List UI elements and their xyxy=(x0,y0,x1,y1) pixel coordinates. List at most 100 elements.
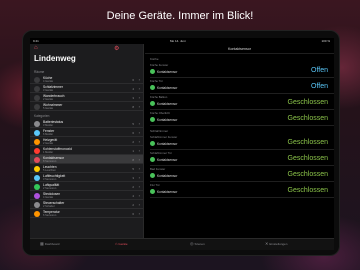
sensor-name: Kontaktsensor xyxy=(157,69,178,74)
sidebar-item-sublabel: 3 Sensoren xyxy=(43,177,57,181)
sensor-state: Offen xyxy=(311,67,328,74)
sensor-name: Kontaktsensor xyxy=(157,189,178,194)
tab-geräte[interactable]: ⌂Geräte xyxy=(115,241,128,246)
sidebar-item[interactable]: Temperatur 6 Sensoren 6 › xyxy=(30,209,143,218)
sensor-row[interactable]: Schlafzimmer Fenster Kontaktsensor Geschlo… xyxy=(145,134,334,150)
sidebar-item-sublabel: 2 Sensoren xyxy=(43,186,57,190)
sidebar-item[interactable]: Batteriestatus 3 Melder 5 › xyxy=(30,119,143,128)
chevron-right-icon: › xyxy=(138,166,140,171)
tab-label: Dashboard xyxy=(44,242,60,246)
sidebar-item-sublabel: 3 Melder xyxy=(43,123,54,127)
tablet-screen: 9:41 Mo 14. Juni 100 % ⌂ ⚙ Lindenweg Räu… xyxy=(30,38,334,250)
category-icon xyxy=(34,120,40,127)
status-dot-icon xyxy=(150,101,155,106)
sidebar-item-sublabel: 3 Geräte xyxy=(43,88,54,92)
tab-label: Einstellungen xyxy=(269,242,288,246)
sidebar-item-count: 5 xyxy=(132,166,134,171)
sensor-state: Geschlossen xyxy=(287,155,328,162)
sidebar-item[interactable]: Luftfeuchtigkeit 3 Sensoren 3 › xyxy=(30,173,143,182)
sensor-name: Kontaktsensor xyxy=(157,85,178,90)
sidebar-item[interactable]: Heizgerät 2 Geräte 2 › xyxy=(30,137,143,146)
category-icon xyxy=(34,103,40,110)
sidebar-item-sublabel: 2 Geräte xyxy=(43,141,54,145)
sensor-row[interactable]: Schlafzimmer Tür Kontaktsensor Geschlossen xyxy=(145,150,334,166)
detail-pane: Kontaktsensor Küche Küche Fenster Kontakts… xyxy=(145,44,334,238)
settings-icon[interactable]: ⚙ xyxy=(114,45,119,52)
category-icon xyxy=(34,192,40,199)
sidebar-item[interactable]: Kontaktsensor 8 Sensoren 8 › xyxy=(30,155,143,164)
sensor-row[interactable]: Küche Balkon Kontaktsensor Geschlossen xyxy=(145,94,334,110)
sidebar-item[interactable]: Luftqualität 2 Sensoren 2 › xyxy=(30,182,143,191)
status-time: 9:41 xyxy=(33,39,39,43)
category-icon xyxy=(34,138,40,145)
chevron-right-icon: › xyxy=(138,95,140,100)
sidebar-item[interactable]: Kohlenstoffmonoxid 1 Melder 1 › xyxy=(30,146,143,155)
sidebar-item-sublabel: 1 Melder xyxy=(43,150,54,154)
sensor-row[interactable]: Bad Fenster Kontaktsensor Geschlossen xyxy=(145,166,334,182)
category-icon xyxy=(34,147,40,154)
status-dot-icon xyxy=(150,117,155,122)
category-icon xyxy=(34,201,40,208)
category-icon xyxy=(34,129,40,136)
sidebar-item[interactable]: Fenster 6 Melder 6 › xyxy=(30,128,143,137)
sidebar-item[interactable]: Leuchten 5 Leuchten 5 › xyxy=(30,164,143,173)
detail-list: Küche Küche Fenster Kontaktsensor Offen Küch… xyxy=(145,54,334,198)
sensor-location: Bad Fenster xyxy=(150,167,166,171)
sidebar-item[interactable]: Wanderbrauch 2 Geräte 3 › xyxy=(30,93,143,102)
sensor-state: Offen xyxy=(311,83,328,90)
tab-label: Geräte xyxy=(118,242,128,246)
chevron-right-icon: › xyxy=(138,121,140,126)
chevron-right-icon: › xyxy=(138,77,140,82)
sensor-location: Küche Fenster xyxy=(150,63,169,67)
sidebar-item[interactable]: Steuerschalter 2 Schalter 2 › xyxy=(30,200,143,209)
chevron-right-icon: › xyxy=(138,184,140,189)
sensor-state: Geschlossen xyxy=(287,171,328,178)
sidebar-item-count: 6 xyxy=(132,130,134,135)
status-dot-icon xyxy=(150,85,155,90)
sidebar-item[interactable]: Steckdosen 4 Geräte 4 › xyxy=(30,191,143,200)
tab-einstellungen[interactable]: ✕Einstellungen xyxy=(265,241,287,246)
settings-icon: ✕ xyxy=(265,241,269,246)
scene-icon: ◎ xyxy=(190,241,194,246)
chevron-right-icon: › xyxy=(138,211,140,216)
chevron-right-icon: › xyxy=(138,148,140,153)
categories-section-label: Kategorien xyxy=(34,114,50,118)
sidebar-item-count: 8 xyxy=(132,104,134,109)
sensor-name: Kontaktsensor xyxy=(157,101,178,106)
sidebar-item-sublabel: 2 Geräte xyxy=(43,97,54,101)
tab-szenen[interactable]: ◎Szenen xyxy=(190,241,205,246)
sidebar-item-sublabel: 6 Melder xyxy=(43,132,54,136)
sensor-row[interactable]: Küche Oberlicht Kontaktsensor Geschlossen xyxy=(145,110,334,126)
category-icon xyxy=(34,174,40,181)
sensor-name: Kontaktsensor xyxy=(157,117,178,122)
headline: Deine Geräte. Immer im Blick! xyxy=(106,10,254,22)
chevron-right-icon: › xyxy=(138,193,140,198)
rooms-list: Küche 4 Geräte 6 › Schlafzimmer 3 Geräte 4 › Wan… xyxy=(30,75,143,111)
detail-section-label: Küche xyxy=(150,57,159,61)
sensor-location: Schlafzimmer Fenster xyxy=(150,135,178,139)
sidebar-item[interactable]: Wohnzimmer 5 Geräte 8 › xyxy=(30,102,143,111)
sidebar-item-count: 6 xyxy=(132,211,134,216)
chevron-right-icon: › xyxy=(138,86,140,91)
status-battery: 100 % xyxy=(321,39,330,43)
sensor-row[interactable]: Küche Tür Kontaktsensor Offen xyxy=(145,78,334,94)
sidebar-item-sublabel: 4 Geräte xyxy=(43,79,54,83)
sidebar-item-sublabel: 5 Leuchten xyxy=(43,168,56,172)
category-icon xyxy=(34,85,40,92)
sidebar-item-sublabel: 6 Sensoren xyxy=(43,213,57,217)
category-icon xyxy=(34,210,40,217)
tab-dashboard[interactable]: ▦Dashboard xyxy=(40,241,59,246)
sensor-location: Flur Tür xyxy=(150,183,160,187)
sidebar-item[interactable]: Schlafzimmer 3 Geräte 4 › xyxy=(30,84,143,93)
sensor-state: Geschlossen xyxy=(287,139,328,146)
sidebar-item[interactable]: Küche 4 Geräte 6 › xyxy=(30,75,143,84)
sensor-row[interactable]: Küche Fenster Kontaktsensor Offen xyxy=(145,62,334,78)
sidebar-item-count: 2 xyxy=(132,184,134,189)
category-icon xyxy=(34,94,40,101)
sensor-name: Kontaktsensor xyxy=(157,141,178,146)
sensor-row[interactable]: Flur Tür Kontaktsensor Geschlossen xyxy=(145,182,334,198)
sidebar-item-sublabel: 2 Schalter xyxy=(43,204,55,208)
home-icon[interactable]: ⌂ xyxy=(34,45,38,51)
rooms-section-label: Räume xyxy=(34,70,45,74)
category-icon xyxy=(34,183,40,190)
